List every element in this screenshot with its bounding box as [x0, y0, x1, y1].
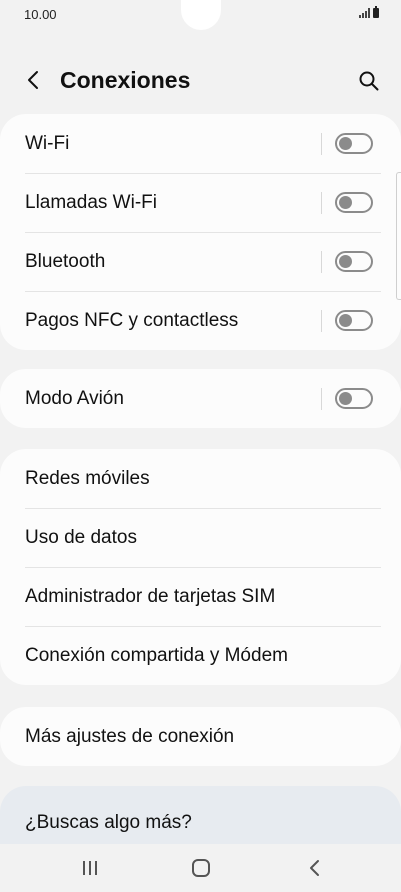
wifi-toggle[interactable]: [335, 133, 373, 154]
data-usage-item[interactable]: Uso de datos: [0, 508, 401, 567]
search-icon[interactable]: [357, 69, 381, 93]
status-bar: 10.00: [0, 0, 401, 30]
airplane-card: Modo Avión: [0, 369, 401, 428]
airplane-mode-toggle[interactable]: [335, 388, 373, 409]
more-connection-settings-label: Más ajustes de conexión: [25, 725, 235, 747]
divider: [321, 251, 322, 273]
app-header: Conexiones: [0, 56, 401, 106]
more-connection-settings-item[interactable]: Más ajustes de conexión: [0, 707, 401, 766]
wifi-label: Wi-Fi: [25, 132, 70, 154]
suggestion-title: ¿Buscas algo más?: [25, 812, 192, 833]
status-time: 10.00: [24, 7, 57, 22]
wifi-calling-label: Llamadas Wi-Fi: [25, 191, 157, 213]
nfc-item[interactable]: Pagos NFC y contactless: [0, 291, 401, 350]
data-usage-label: Uso de datos: [25, 526, 137, 548]
mobile-networks-item[interactable]: Redes móviles: [0, 449, 401, 508]
mobile-networks-label: Redes móviles: [25, 467, 150, 489]
wifi-calling-item[interactable]: Llamadas Wi-Fi: [0, 173, 401, 232]
recent-apps-icon[interactable]: [78, 856, 102, 880]
bluetooth-item[interactable]: Bluetooth: [0, 232, 401, 291]
page-title: Conexiones: [60, 67, 191, 93]
camera-notch: [181, 0, 221, 30]
wifi-item[interactable]: Wi-Fi: [0, 114, 401, 173]
signal-icon: [359, 8, 370, 18]
sim-manager-label: Administrador de tarjetas SIM: [25, 585, 276, 607]
divider: [321, 310, 322, 332]
navigation-bar: [0, 844, 401, 892]
battery-icon: [373, 6, 379, 18]
bluetooth-label: Bluetooth: [25, 250, 106, 272]
network-card: Redes móviles Uso de datos Administrador…: [0, 449, 401, 685]
nfc-label: Pagos NFC y contactless: [25, 309, 239, 331]
status-icons: [359, 6, 379, 18]
sim-manager-item[interactable]: Administrador de tarjetas SIM: [0, 567, 401, 626]
nfc-toggle[interactable]: [335, 310, 373, 331]
back-icon[interactable]: [303, 856, 327, 880]
more-settings-card: Más ajustes de conexión: [0, 707, 401, 766]
hotspot-tethering-label: Conexión compartida y Módem: [25, 644, 288, 666]
divider: [321, 192, 322, 214]
wifi-calling-toggle[interactable]: [335, 192, 373, 213]
airplane-mode-label: Modo Avión: [25, 387, 124, 409]
divider: [321, 133, 322, 155]
chevron-left-icon[interactable]: [22, 68, 46, 92]
home-icon[interactable]: [189, 856, 213, 880]
scrollbar[interactable]: [396, 172, 401, 300]
airplane-mode-item[interactable]: Modo Avión: [0, 369, 401, 428]
hotspot-tethering-item[interactable]: Conexión compartida y Módem: [0, 626, 401, 685]
bluetooth-toggle[interactable]: [335, 251, 373, 272]
connections-card: Wi-Fi Llamadas Wi-Fi Bluetooth Pagos NFC…: [0, 114, 401, 350]
divider: [321, 388, 322, 410]
